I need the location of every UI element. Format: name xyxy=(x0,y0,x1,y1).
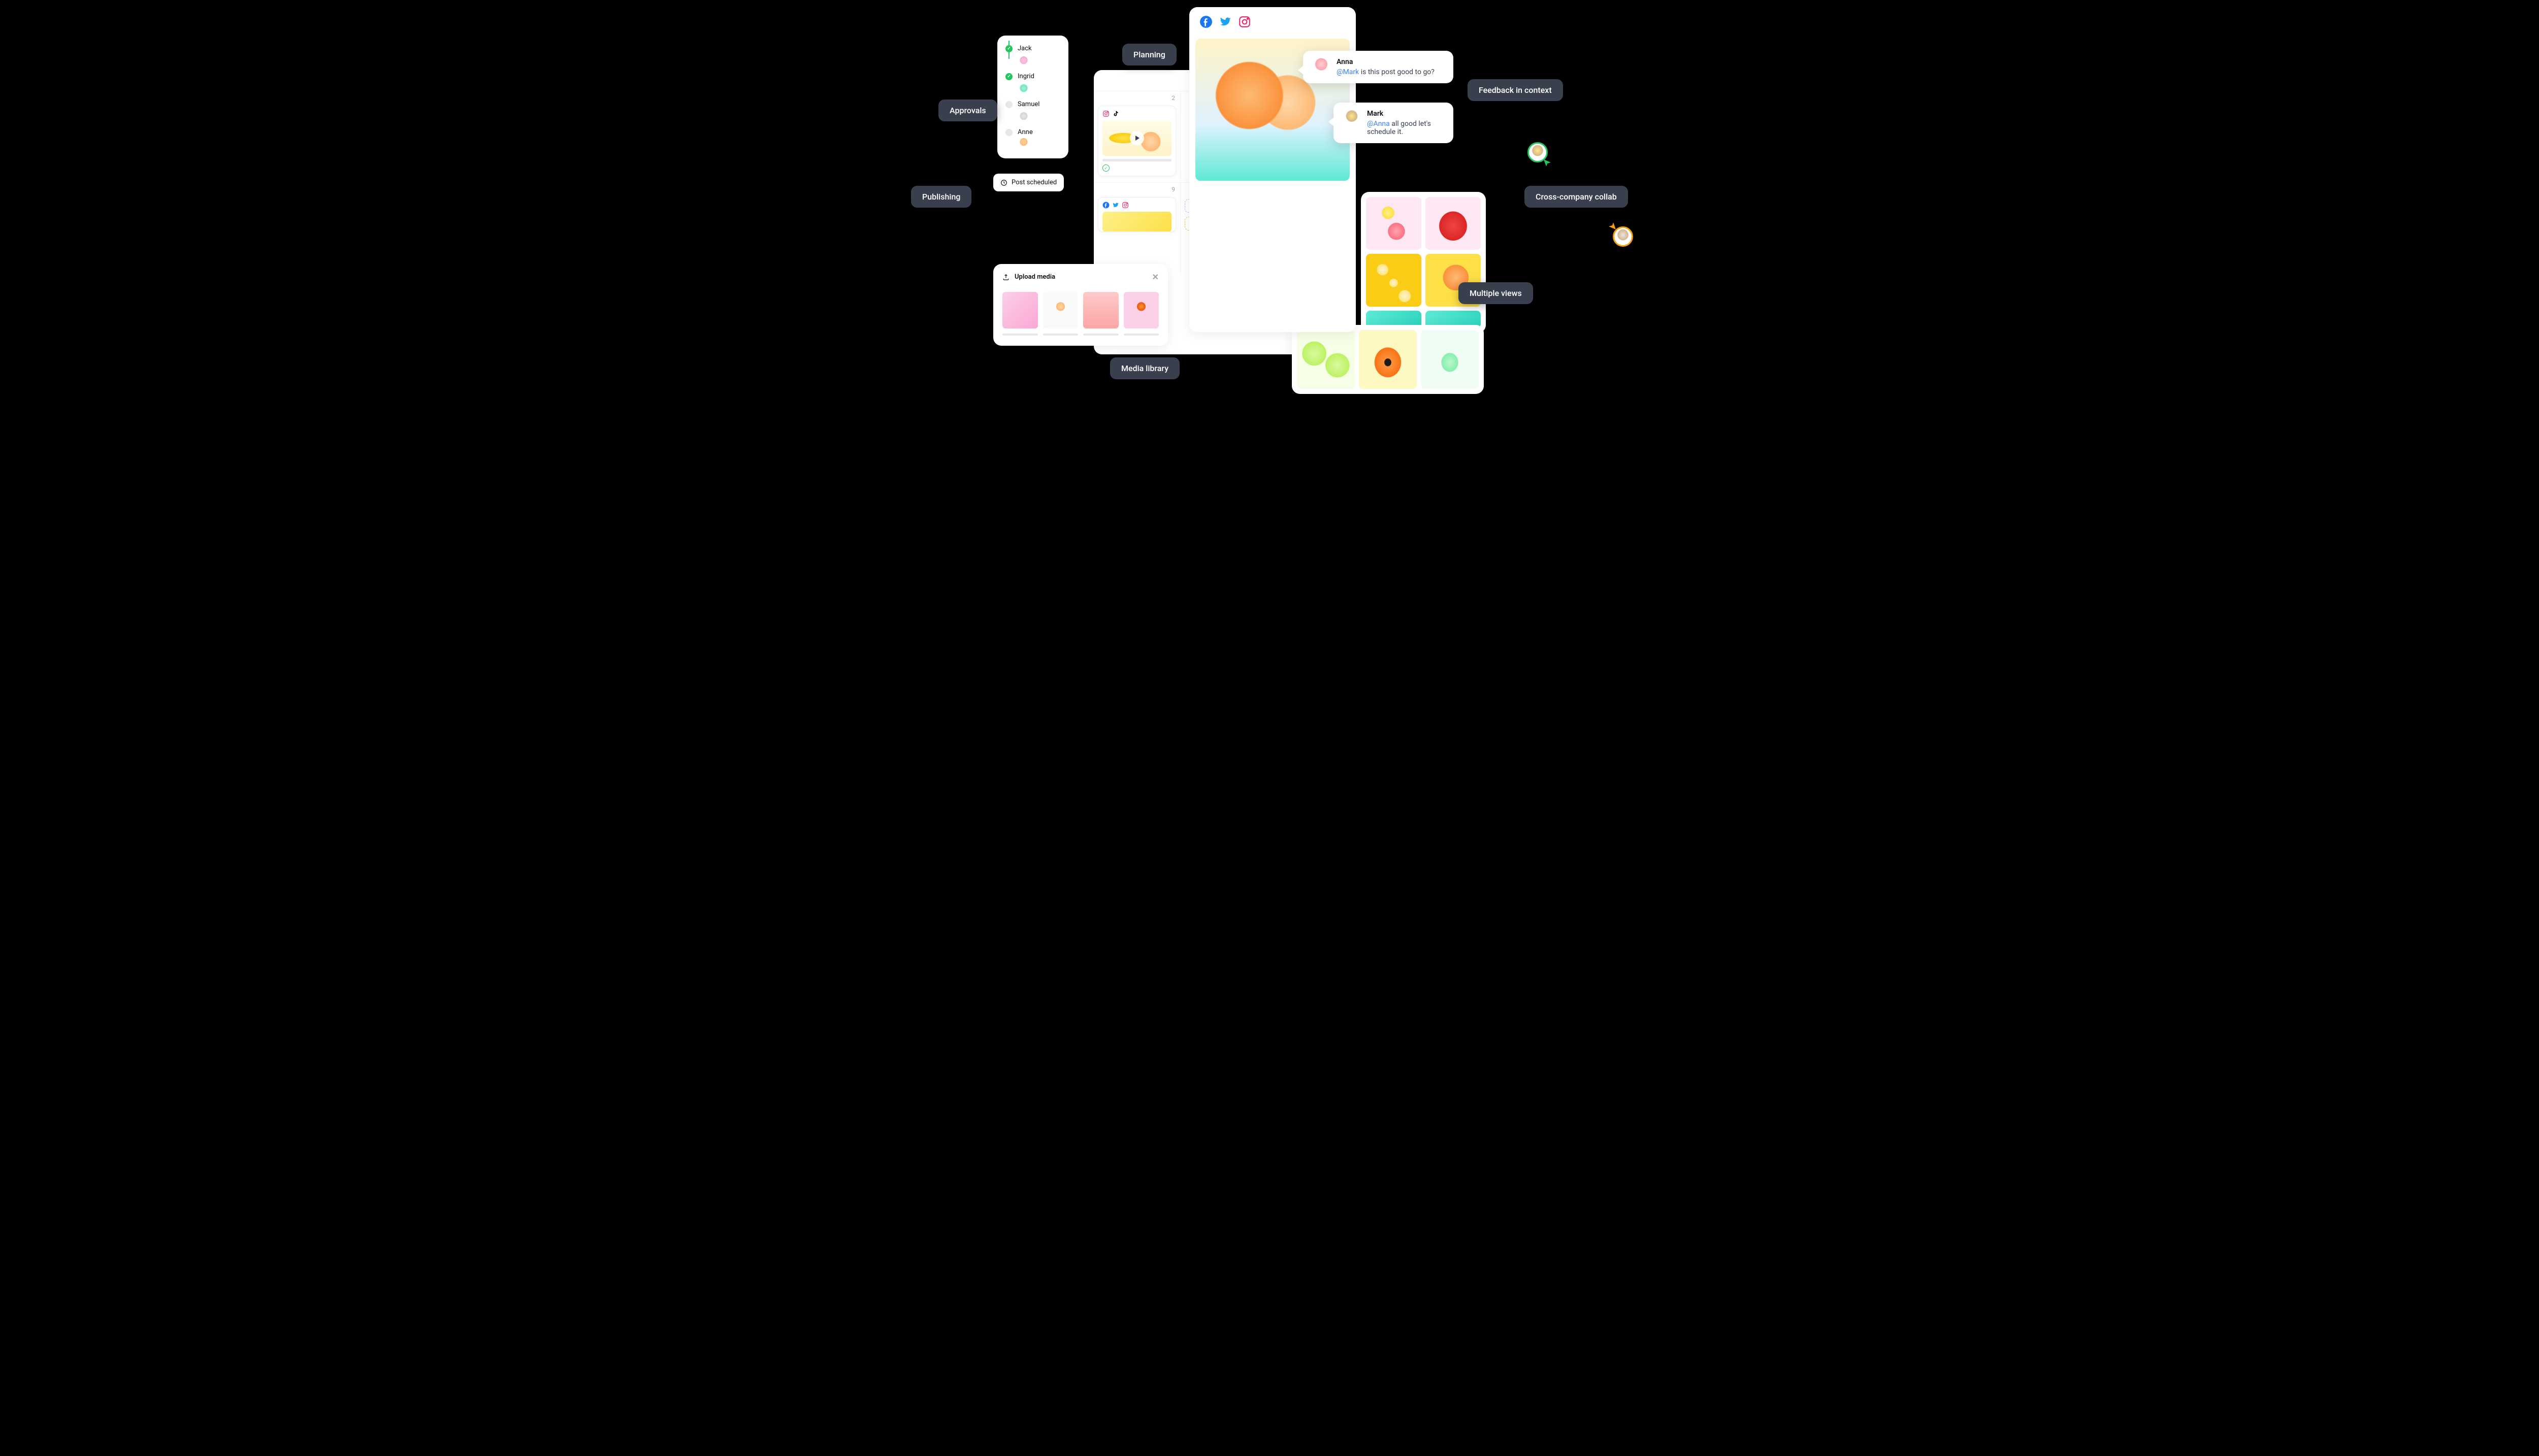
media-thumbnail xyxy=(1002,292,1038,328)
calendar-date: 2 xyxy=(1171,94,1175,102)
media-thumbnail xyxy=(1083,292,1119,328)
close-icon[interactable]: ✕ xyxy=(1152,272,1159,282)
approval-row[interactable]: Anne xyxy=(1005,128,1060,136)
approval-name: Samuel xyxy=(1018,101,1039,108)
grid-view-card xyxy=(1292,325,1484,394)
avatar xyxy=(1018,137,1030,149)
check-icon xyxy=(1005,73,1013,80)
avatar xyxy=(1312,58,1330,76)
facebook-icon xyxy=(1199,15,1213,28)
facebook-icon xyxy=(1102,202,1110,209)
comment-text: @Anna all good let's schedule it. xyxy=(1367,120,1444,136)
play-icon xyxy=(1130,131,1144,145)
planning-label: Planning xyxy=(1122,44,1177,65)
tiktok-icon xyxy=(1112,110,1119,117)
twitter-icon xyxy=(1219,15,1232,28)
cross-company-label: Cross-company collab xyxy=(1524,186,1628,208)
calendar-cell[interactable]: 2 ✓ xyxy=(1094,91,1181,182)
approval-row[interactable]: Jack xyxy=(1005,45,1060,52)
feedback-label: Feedback in context xyxy=(1468,79,1563,101)
instagram-icon xyxy=(1122,202,1129,209)
check-icon xyxy=(1005,45,1013,52)
instagram-icon xyxy=(1238,15,1251,28)
avatar xyxy=(1018,55,1030,68)
clock-icon xyxy=(1000,179,1007,186)
comment-bubble[interactable]: Mark @Anna all good let's schedule it. xyxy=(1333,103,1453,143)
grid-thumbnail[interactable] xyxy=(1366,197,1421,250)
approved-icon: ✓ xyxy=(1102,164,1110,172)
avatar xyxy=(1343,110,1361,128)
pending-icon xyxy=(1005,101,1013,108)
comment-author: Anna xyxy=(1337,58,1435,66)
grid-thumbnail[interactable] xyxy=(1359,330,1417,389)
comment-text: @Mark is this post good to go? xyxy=(1337,68,1435,76)
upload-icon xyxy=(1002,274,1010,281)
cursor-icon xyxy=(1609,222,1616,229)
media-item[interactable] xyxy=(1002,292,1038,336)
approvals-card: Jack Ingrid Samuel Anne xyxy=(997,36,1068,158)
approval-row[interactable]: Ingrid xyxy=(1005,73,1060,80)
media-item[interactable] xyxy=(1043,292,1079,336)
approval-name: Ingrid xyxy=(1018,73,1034,80)
grid-thumbnail[interactable] xyxy=(1421,330,1479,389)
approvals-label: Approvals xyxy=(938,100,997,121)
publishing-label: Publishing xyxy=(911,186,971,208)
avatar xyxy=(1018,111,1030,123)
avatar xyxy=(1018,83,1030,95)
media-thumbnail xyxy=(1043,292,1079,328)
media-item[interactable] xyxy=(1083,292,1119,336)
calendar-post[interactable]: ✓ xyxy=(1098,106,1176,176)
comment-author: Mark xyxy=(1367,110,1444,118)
media-item[interactable] xyxy=(1124,292,1159,336)
cursor-icon xyxy=(1544,159,1551,167)
placeholder-bar xyxy=(1102,159,1171,161)
media-library-label: Media library xyxy=(1110,357,1180,379)
grid-view-card xyxy=(1361,192,1486,333)
twitter-icon xyxy=(1112,202,1119,209)
post-thumbnail xyxy=(1102,212,1171,232)
approval-name: Jack xyxy=(1018,45,1032,52)
approval-row[interactable]: Samuel xyxy=(1005,101,1060,108)
media-title: Upload media xyxy=(1015,273,1055,281)
media-library-card: Upload media ✕ xyxy=(993,264,1168,346)
pending-icon xyxy=(1005,129,1013,136)
scheduled-text: Post scheduled xyxy=(1012,179,1057,186)
instagram-icon xyxy=(1102,110,1110,117)
mention[interactable]: @Mark xyxy=(1337,68,1359,76)
grid-thumbnail[interactable] xyxy=(1425,197,1481,250)
comment-bubble[interactable]: Anna @Mark is this post good to go? xyxy=(1303,51,1453,83)
media-thumbnail xyxy=(1124,292,1159,328)
approval-name: Anne xyxy=(1018,128,1033,136)
grid-thumbnail[interactable] xyxy=(1297,330,1355,389)
calendar-post[interactable] xyxy=(1098,197,1176,232)
scheduled-pill: Post scheduled xyxy=(993,174,1064,191)
calendar-date: 9 xyxy=(1171,186,1175,193)
mention[interactable]: @Anna xyxy=(1367,120,1390,128)
post-thumbnail xyxy=(1102,120,1171,156)
calendar-cell[interactable]: 9 xyxy=(1094,183,1181,274)
collaborator-avatar[interactable] xyxy=(1613,226,1633,247)
multiple-views-label: Multiple views xyxy=(1458,282,1533,304)
grid-thumbnail[interactable] xyxy=(1366,254,1421,307)
